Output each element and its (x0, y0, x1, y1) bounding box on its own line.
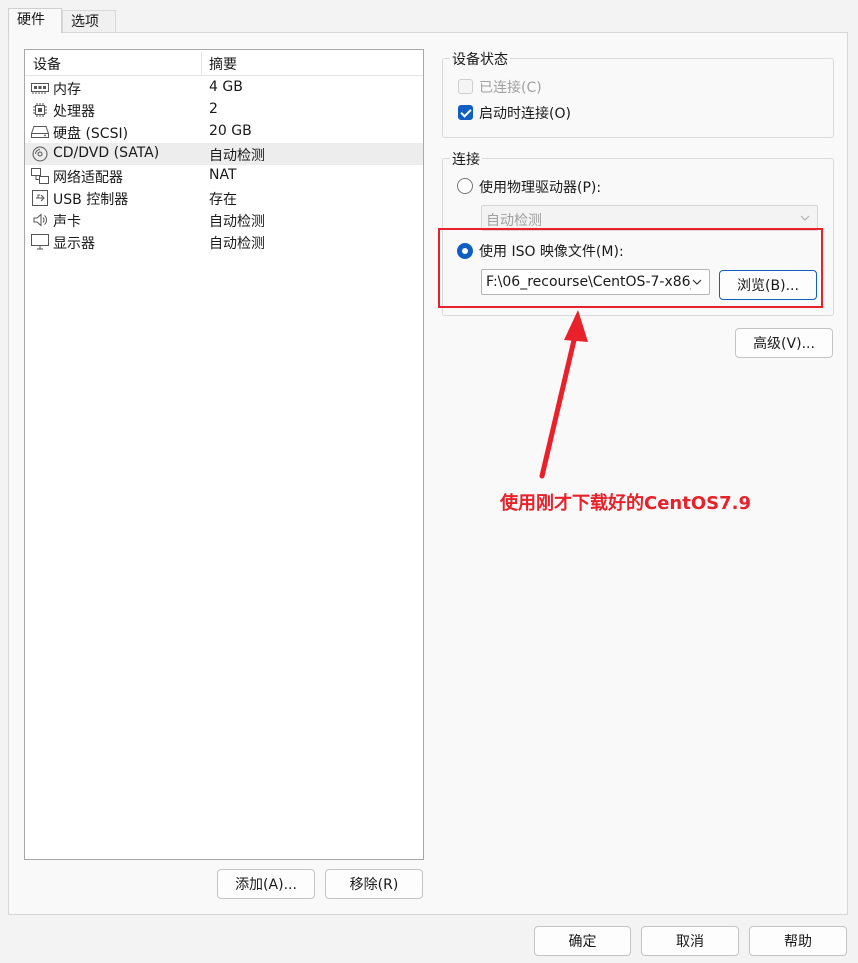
device-row-network-adapter[interactable]: 网络适配器 NAT (25, 165, 423, 187)
device-summary: 自动检测 (209, 236, 265, 252)
device-summary: 存在 (209, 192, 237, 208)
device-summary: 4 GB (209, 79, 243, 95)
device-summary: 20 GB (209, 123, 252, 139)
physical-drive-radio[interactable] (457, 178, 473, 194)
annotation-text: 使用刚才下载好的CentOS7.9 (500, 493, 751, 514)
list-header: 设备 摘要 (25, 50, 423, 76)
connect-at-power-on-checkbox[interactable] (458, 105, 473, 120)
annotation-arrow-icon (539, 310, 588, 479)
annotation-highlight-box (438, 228, 823, 308)
device-summary: 自动检测 (209, 148, 265, 164)
device-name: 声卡 (53, 214, 81, 230)
column-separator[interactable] (201, 52, 202, 74)
device-summary: 2 (209, 101, 218, 117)
device-row-usb-controller[interactable]: USB 控制器 存在 (25, 187, 423, 209)
cpu-icon (31, 102, 49, 118)
device-summary: NAT (209, 167, 237, 183)
chevron-down-icon (799, 210, 811, 226)
display-icon (31, 234, 49, 250)
column-header-device[interactable]: 设备 (33, 54, 61, 74)
device-name: 显示器 (53, 236, 95, 252)
network-adapter-icon (31, 168, 49, 184)
device-name: 内存 (53, 82, 81, 98)
device-row-display[interactable]: 显示器 自动检测 (25, 231, 423, 253)
cancel-button[interactable]: 取消 (641, 926, 739, 956)
advanced-button[interactable]: 高级(V)... (735, 328, 833, 358)
tab-hardware[interactable]: 硬件 (8, 8, 62, 33)
physical-drive-value: 自动检测 (486, 213, 542, 229)
ok-button[interactable]: 确定 (534, 926, 631, 956)
device-list[interactable]: 设备 摘要 内存 4 GB 处理器 2 硬盘 (SCSI) 20 GB CD/D… (24, 49, 424, 860)
tab-options[interactable]: 选项 (62, 10, 116, 32)
add-device-button[interactable]: 添加(A)... (217, 869, 315, 899)
sound-card-icon (31, 212, 49, 228)
device-status-group (442, 58, 834, 138)
connect-at-power-on-label: 启动时连接(O) (479, 106, 571, 122)
memory-icon (31, 80, 49, 96)
device-status-title: 设备状态 (450, 49, 510, 69)
device-row-sound-card[interactable]: 声卡 自动检测 (25, 209, 423, 231)
tab-bar: 硬件 选项 (0, 0, 858, 33)
device-name: CD/DVD (SATA) (53, 145, 160, 161)
device-name: 处理器 (53, 104, 95, 120)
device-row-harddisk[interactable]: 硬盘 (SCSI) 20 GB (25, 121, 423, 143)
help-button[interactable]: 帮助 (749, 926, 847, 956)
connected-checkbox[interactable] (458, 79, 473, 94)
device-row-cd-dvd[interactable]: CD/DVD (SATA) 自动检测 (25, 143, 423, 165)
device-summary: 自动检测 (209, 214, 265, 230)
remove-device-button[interactable]: 移除(R) (325, 869, 423, 899)
device-name: 硬盘 (SCSI) (53, 126, 129, 142)
device-row-memory[interactable]: 内存 4 GB (25, 77, 423, 99)
harddisk-icon (31, 124, 49, 140)
physical-drive-label: 使用物理驱动器(P): (479, 180, 602, 196)
device-name: 网络适配器 (53, 170, 123, 186)
cd-dvd-icon (31, 146, 49, 162)
device-row-processor[interactable]: 处理器 2 (25, 99, 423, 121)
connected-label: 已连接(C) (479, 80, 542, 96)
connection-title: 连接 (450, 149, 482, 169)
column-header-summary[interactable]: 摘要 (209, 54, 237, 74)
device-name: USB 控制器 (53, 192, 129, 208)
usb-icon (31, 190, 49, 206)
